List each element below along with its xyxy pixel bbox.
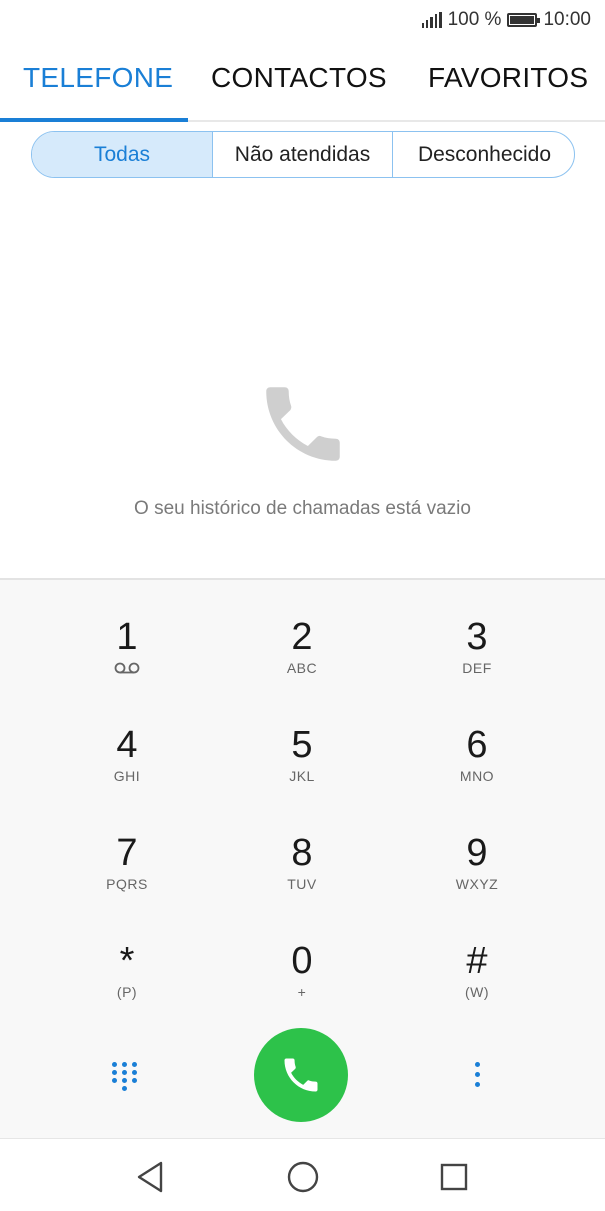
key-0[interactable]: 0 +: [227, 940, 377, 1036]
filter-nao-atendidas[interactable]: Não atendidas: [213, 132, 393, 177]
key-3[interactable]: 3 DEF: [402, 616, 552, 712]
key-letters: JKL: [289, 768, 315, 784]
key-digit: 4: [116, 724, 138, 766]
key-letters: GHI: [113, 768, 141, 784]
key-digit: 8: [291, 832, 313, 874]
status-right: 100 % 10:00: [421, 9, 591, 31]
key-letters: WXYZ: [455, 876, 499, 892]
battery-icon: [507, 13, 541, 27]
voicemail-icon: [114, 662, 140, 674]
key-digit: 5: [291, 724, 313, 766]
empty-history-message: O seu histórico de chamadas está vazio: [134, 498, 471, 519]
key-letters: DEF: [462, 660, 492, 676]
key-digit: *: [119, 940, 135, 982]
key-digit: 6: [466, 724, 488, 766]
key-letters: (W): [464, 984, 490, 1000]
dialpad: 1 2 ABC 3 DEF 4 GHI 5 JKL 6 MNO 7 PQRS 8…: [0, 578, 605, 1140]
key-digit: 2: [291, 616, 313, 658]
phone-icon: [266, 387, 340, 461]
key-1[interactable]: 1: [52, 616, 202, 712]
key-letters: PQRS: [106, 876, 148, 892]
key-5[interactable]: 5 JKL: [227, 724, 377, 820]
more-options-icon[interactable]: [468, 1058, 488, 1092]
key-digit: 3: [466, 616, 488, 658]
call-button[interactable]: [254, 1028, 348, 1122]
clock: 10:00: [543, 9, 591, 30]
key-letters: ABC: [286, 660, 318, 676]
key-letters: MNO: [459, 768, 495, 784]
key-9[interactable]: 9 WXYZ: [402, 832, 552, 928]
key-2[interactable]: 2 ABC: [227, 616, 377, 712]
signal-icon: [421, 12, 442, 28]
key-hash[interactable]: # (W): [402, 940, 552, 1036]
home-icon[interactable]: [283, 1157, 323, 1197]
key-4[interactable]: 4 GHI: [52, 724, 202, 820]
key-letters: (P): [116, 984, 138, 1000]
key-digit: 7: [116, 832, 138, 874]
key-digit: 1: [116, 616, 138, 658]
phone-call-icon: [284, 1058, 318, 1092]
recents-icon[interactable]: [434, 1157, 474, 1197]
key-letters: +: [297, 984, 307, 1000]
key-6[interactable]: 6 MNO: [402, 724, 552, 820]
back-icon[interactable]: [130, 1157, 170, 1197]
active-tab-indicator: [0, 118, 188, 122]
filter-todas[interactable]: Todas: [32, 132, 213, 177]
status-bar: 100 % 10:00: [0, 0, 605, 42]
key-letters: TUV: [287, 876, 317, 892]
key-star[interactable]: * (P): [52, 940, 202, 1036]
battery-percentage: 100 %: [447, 9, 502, 30]
key-digit: #: [466, 940, 488, 982]
key-7[interactable]: 7 PQRS: [52, 832, 202, 928]
key-digit: 9: [466, 832, 488, 874]
top-tabs: TELEFONE CONTACTOS FAVORITOS: [0, 50, 605, 122]
tab-contactos[interactable]: CONTACTOS: [211, 62, 387, 94]
tab-telefone[interactable]: TELEFONE: [23, 62, 173, 94]
navigation-bar: [0, 1138, 605, 1211]
key-8[interactable]: 8 TUV: [227, 832, 377, 928]
key-digit: 0: [291, 940, 313, 982]
tab-favoritos[interactable]: FAVORITOS: [428, 62, 588, 94]
dialpad-toggle-icon[interactable]: [108, 1058, 142, 1092]
filter-desconhecido[interactable]: Desconhecido: [393, 132, 574, 177]
call-filter-segments: Todas Não atendidas Desconhecido: [31, 131, 575, 178]
